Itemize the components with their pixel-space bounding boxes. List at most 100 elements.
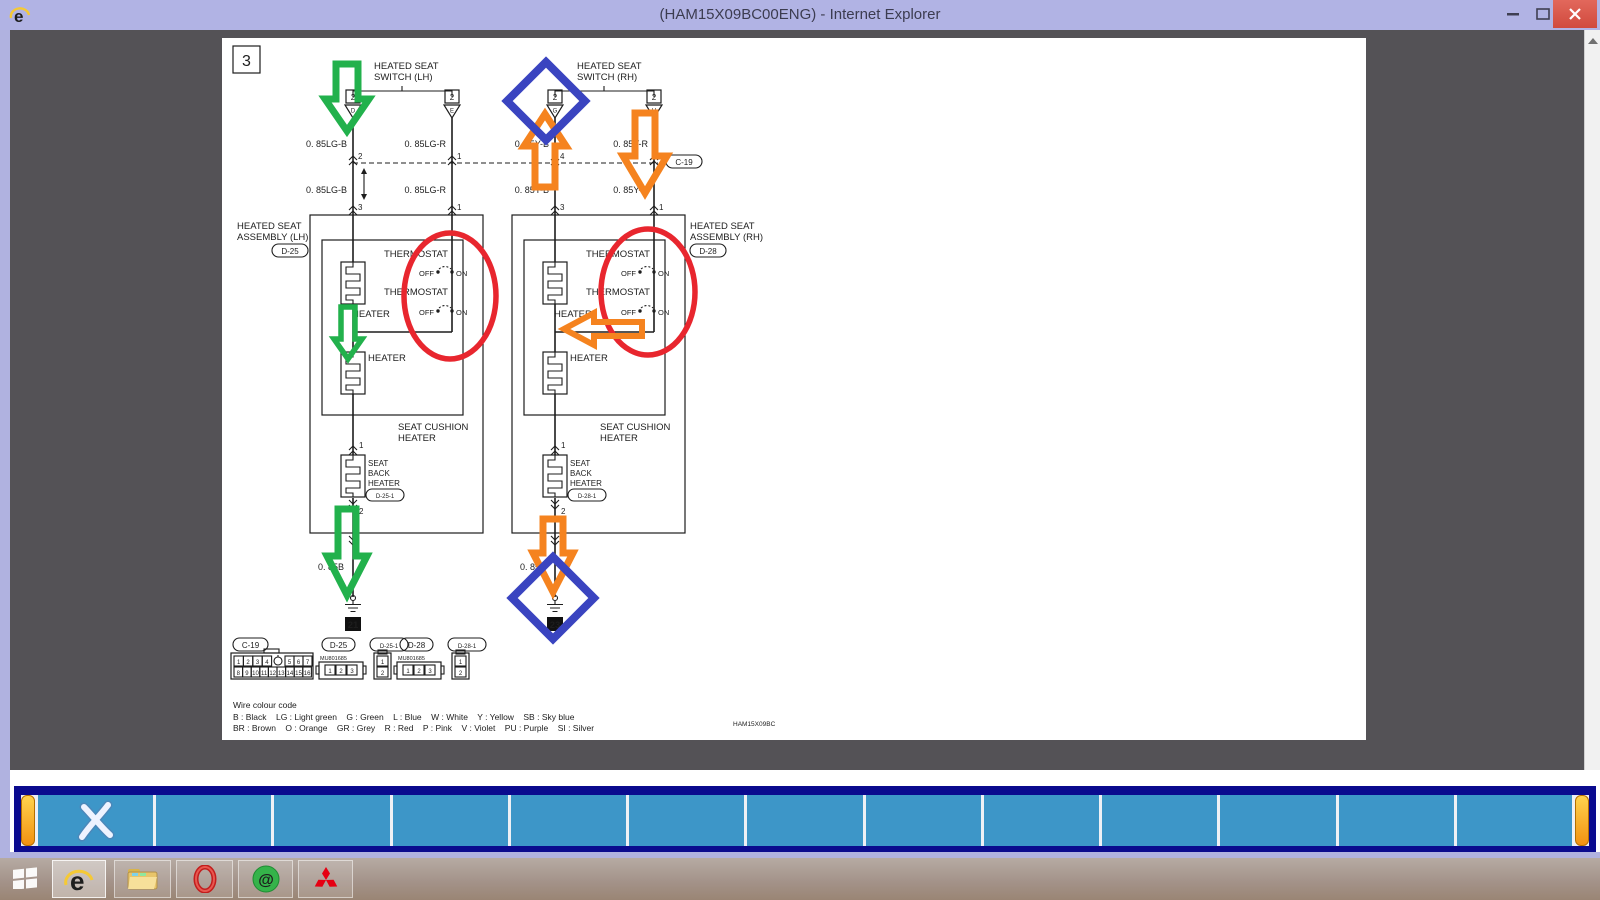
svg-text:2: 2 <box>652 93 657 102</box>
green-arrow-lh-switch <box>325 64 369 131</box>
svg-text:E: E <box>450 109 454 115</box>
svg-text:ASSEMBLY (RH): ASSEMBLY (RH) <box>690 232 763 243</box>
heated-seat-assembly-lh: HEATED SEAT ASSEMBLY (LH) D-25 THERMOSTA… <box>237 215 483 533</box>
svg-text:0. 85LG-R: 0. 85LG-R <box>404 185 446 195</box>
toolbar-button-10[interactable] <box>1102 795 1217 846</box>
svg-text:THERMOSTAT: THERMOSTAT <box>586 249 650 260</box>
minimize-button[interactable] <box>1499 0 1527 28</box>
svg-text:0. 85LG-B: 0. 85LG-B <box>306 185 347 195</box>
svg-text:ASSEMBLY (LH): ASSEMBLY (LH) <box>237 232 308 243</box>
toolbar-button-12[interactable] <box>1339 795 1454 846</box>
svg-text:1: 1 <box>406 669 410 675</box>
svg-text:OFF: OFF <box>419 269 434 278</box>
toolbar-button-8[interactable] <box>866 795 981 846</box>
scroll-up-icon[interactable] <box>1588 38 1598 44</box>
wire-labels: 0. 85LG-B 0. 85LG-R 0. 85Y-B 0. 85Y-R 0.… <box>306 139 664 215</box>
svg-text:14: 14 <box>287 671 294 677</box>
toolbar-button-2[interactable] <box>156 795 271 846</box>
svg-text:e: e <box>70 866 84 895</box>
svg-text:ON: ON <box>456 269 467 278</box>
diagram-page: 3 HEATED SEAT SWITCH (LH) HEATED SEAT SW… <box>222 38 1366 740</box>
page-number-box: 3 <box>233 46 260 73</box>
svg-text:1: 1 <box>659 203 664 212</box>
window-titlebar[interactable]: e (HAM15X09BC00ENG) - Internet Explorer <box>0 0 1600 30</box>
taskbar: e @ <box>0 858 1600 900</box>
svg-text:HEATER: HEATER <box>368 479 400 488</box>
cross-tool-icon <box>75 800 117 842</box>
connector-c19-pinout: C-19 1 2 3 4 5 6 7 8 9 10 11 12 13 <box>231 638 313 679</box>
svg-text:2: 2 <box>450 93 455 102</box>
svg-text:HEATER: HEATER <box>368 353 406 364</box>
svg-text:HEATED SEAT: HEATED SEAT <box>690 221 755 232</box>
svg-text:2: 2 <box>417 669 421 675</box>
toolbar-button-11[interactable] <box>1220 795 1335 846</box>
toolbar-button-13[interactable] <box>1457 795 1572 846</box>
svg-text:2: 2 <box>359 507 364 516</box>
svg-text:11: 11 <box>261 671 268 677</box>
mitsubishi-logo-icon <box>313 866 339 892</box>
toolbar-button-tools[interactable] <box>38 795 153 846</box>
start-button[interactable] <box>6 862 44 894</box>
toolbar-button-3[interactable] <box>274 795 389 846</box>
windows-logo-icon <box>12 867 38 889</box>
svg-text:4: 4 <box>265 660 269 666</box>
svg-text:SEAT CUSHION: SEAT CUSHION <box>600 422 671 433</box>
svg-text:HEATED SEAT: HEATED SEAT <box>237 221 302 232</box>
svg-text:1: 1 <box>237 660 241 666</box>
svg-text:HEATED SEAT: HEATED SEAT <box>374 61 439 72</box>
svg-text:13: 13 <box>278 671 285 677</box>
toolbar-button-4[interactable] <box>393 795 508 846</box>
viewer-toolbar <box>14 786 1596 852</box>
toolbar-button-6[interactable] <box>629 795 744 846</box>
opera-icon <box>192 865 218 893</box>
taskbar-app-internet-explorer[interactable]: e <box>52 860 106 898</box>
svg-text:HEATER: HEATER <box>570 353 608 364</box>
toolbar-scroll-left-tab[interactable] <box>21 795 35 846</box>
svg-text:3: 3 <box>560 203 565 212</box>
svg-text:5: 5 <box>288 660 292 666</box>
svg-text:1: 1 <box>561 441 566 450</box>
wiring-diagram: 3 HEATED SEAT SWITCH (LH) HEATED SEAT SW… <box>222 38 1366 740</box>
svg-text:D-28-1: D-28-1 <box>458 644 477 650</box>
svg-text:3: 3 <box>428 669 432 675</box>
svg-text:2: 2 <box>561 507 566 516</box>
svg-text:@: @ <box>258 872 274 889</box>
taskbar-app-mitsubishi-asa[interactable] <box>298 860 353 898</box>
svg-text:D-28: D-28 <box>408 641 426 650</box>
svg-text:B : Black LG : Light green: B : Black LG : Light green G : Green L :… <box>233 712 575 722</box>
svg-text:HEATED SEAT: HEATED SEAT <box>577 61 642 72</box>
svg-text:9: 9 <box>245 671 249 677</box>
taskbar-app-mail-ru-agent[interactable]: @ <box>238 860 293 898</box>
connector-d25-pinout: D-25 MU801685 1 2 3 <box>316 638 366 679</box>
svg-text:2: 2 <box>553 93 558 102</box>
svg-text:1: 1 <box>457 203 462 212</box>
internet-explorer-icon: e <box>61 863 97 895</box>
close-icon <box>1569 8 1581 20</box>
svg-text:0. 85LG-R: 0. 85LG-R <box>404 139 446 149</box>
svg-text:2: 2 <box>459 671 463 677</box>
bottom-frame <box>10 770 1600 852</box>
toolbar-button-9[interactable] <box>984 795 1099 846</box>
taskbar-app-opera[interactable] <box>176 860 233 898</box>
svg-text:OFF: OFF <box>419 308 434 317</box>
svg-text:0. 85Y-R: 0. 85Y-R <box>613 139 648 149</box>
svg-text:G: G <box>553 109 558 115</box>
svg-text:3: 3 <box>242 53 251 70</box>
taskbar-app-file-explorer[interactable] <box>114 860 171 898</box>
connector-d28-pinout: D-28 MU801685 1 2 3 <box>394 638 444 679</box>
svg-text:C-19: C-19 <box>675 158 693 167</box>
desktop-screen: e (HAM15X09BC00ENG) - Internet Explorer <box>0 0 1600 900</box>
svg-text:1: 1 <box>457 152 462 161</box>
svg-text:16: 16 <box>304 671 311 677</box>
toolbar-button-7[interactable] <box>747 795 862 846</box>
svg-text:OFF: OFF <box>621 308 636 317</box>
toolbar-scroll-right-tab[interactable] <box>1575 795 1589 846</box>
svg-text:1: 1 <box>359 441 364 450</box>
toolbar-button-5[interactable] <box>511 795 626 846</box>
svg-text:BACK: BACK <box>368 469 390 478</box>
svg-text:7: 7 <box>306 660 310 666</box>
close-button[interactable] <box>1553 0 1597 28</box>
heated-seat-assembly-rh: HEATED SEAT ASSEMBLY (RH) D-28 THERMOSTA… <box>512 215 763 533</box>
mail-ru-agent-icon: @ <box>252 865 280 893</box>
vertical-scrollbar[interactable] <box>1584 30 1600 770</box>
